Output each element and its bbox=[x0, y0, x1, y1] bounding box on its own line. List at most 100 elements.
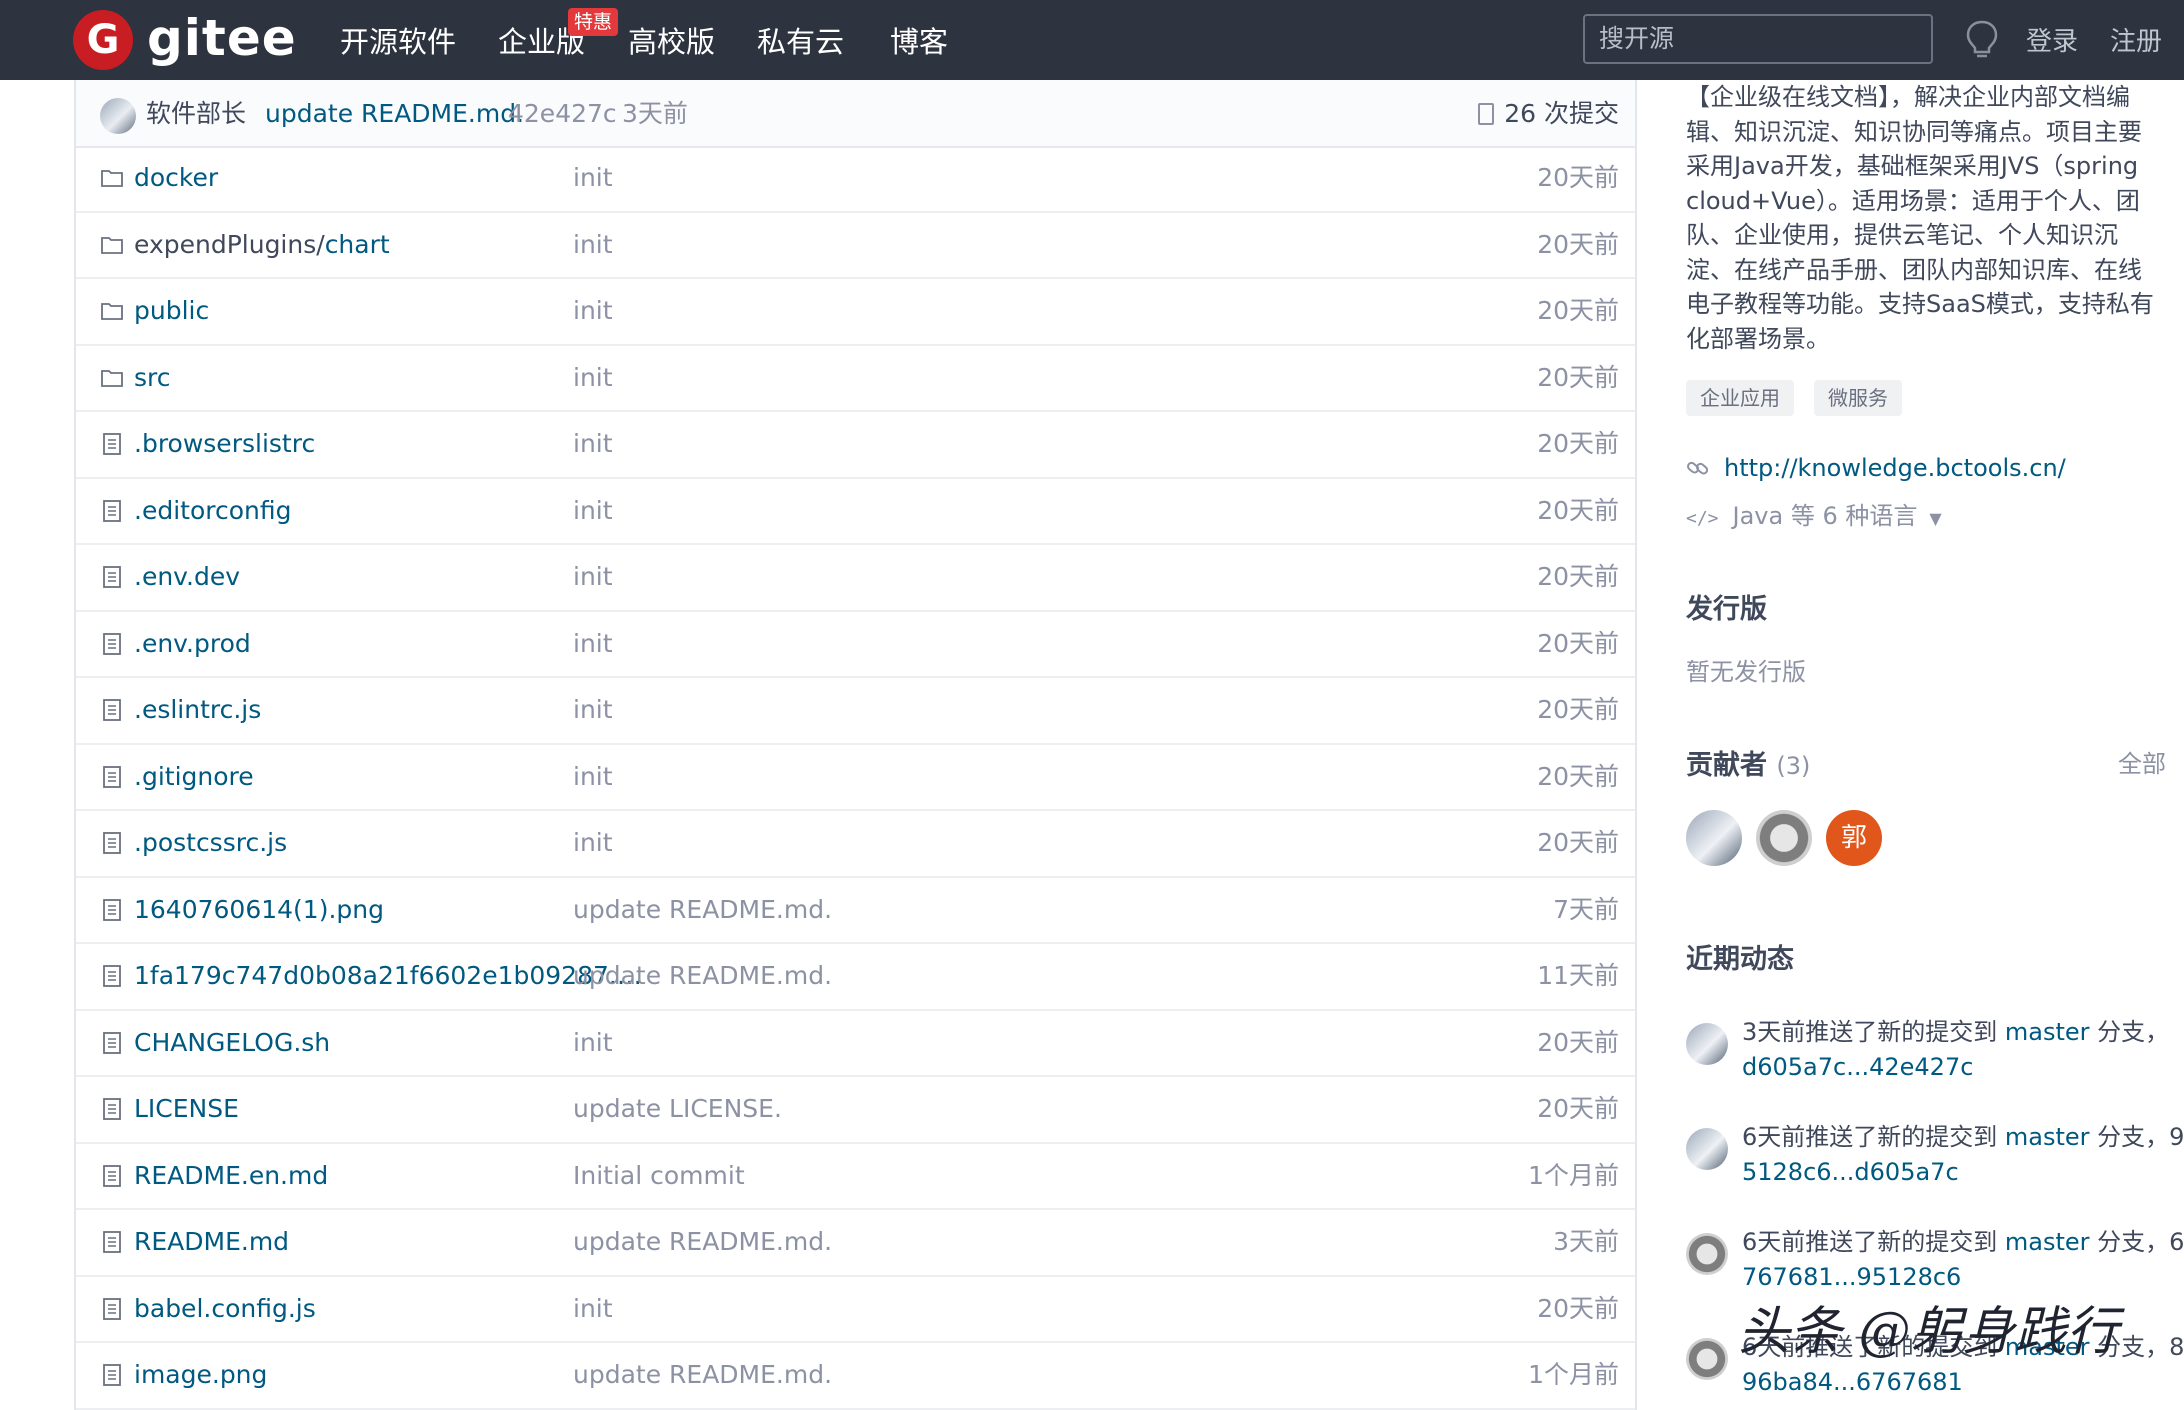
file-name-link[interactable]: docker bbox=[134, 158, 644, 198]
homepage-link[interactable]: http://knowledge.bctools.cn/ bbox=[1724, 454, 2066, 482]
file-name[interactable]: .env.prod bbox=[134, 629, 251, 658]
file-name-link[interactable]: .editorconfig bbox=[134, 491, 644, 531]
file-commit-message[interactable]: init bbox=[573, 291, 613, 331]
commit-range-link[interactable]: 767681...95128c6 bbox=[1742, 1260, 2182, 1295]
file-name-link[interactable]: .browserslistrc bbox=[134, 424, 644, 464]
file-name-link[interactable]: CHANGELOG.sh bbox=[134, 1023, 644, 1063]
file-name[interactable]: README.md bbox=[134, 1227, 289, 1256]
file-commit-message[interactable]: init bbox=[573, 690, 613, 730]
file-row[interactable]: README.en.md Initial commit 1个月前 bbox=[76, 1144, 1635, 1210]
commit-message-link[interactable]: update README.md. bbox=[265, 94, 524, 134]
file-row[interactable]: LICENSE update LICENSE. 20天前 bbox=[76, 1077, 1635, 1144]
file-name-link[interactable]: README.md bbox=[134, 1222, 644, 1262]
gitee-logo-icon[interactable]: G bbox=[73, 10, 133, 70]
tag-microservice[interactable]: 微服务 bbox=[1814, 380, 1902, 416]
commit-range-link[interactable]: 5128c6...d605a7c bbox=[1742, 1155, 2182, 1190]
file-commit-message[interactable]: init bbox=[573, 1289, 613, 1329]
file-commit-message[interactable]: init bbox=[573, 557, 613, 597]
nav-education[interactable]: 高校版 bbox=[628, 20, 715, 64]
commit-count-link[interactable]: 26 次提交 bbox=[1478, 94, 1619, 134]
activity-avatar[interactable] bbox=[1686, 1023, 1728, 1065]
author-avatar[interactable] bbox=[100, 98, 136, 134]
contributor-avatar[interactable] bbox=[1686, 810, 1742, 866]
file-commit-message[interactable]: init bbox=[573, 358, 613, 398]
file-name-link[interactable]: src bbox=[134, 358, 644, 398]
file-commit-message[interactable]: update README.md. bbox=[573, 1355, 832, 1395]
file-row[interactable]: .postcssrc.js init 20天前 bbox=[76, 811, 1635, 878]
languages-row[interactable]: </> Java 等 6 种语言 ▼ bbox=[1686, 498, 1942, 537]
file-row[interactable]: expendPlugins/chart init 20天前 bbox=[76, 213, 1635, 279]
activity-avatar[interactable] bbox=[1686, 1233, 1728, 1275]
file-row[interactable]: .browserslistrc init 20天前 bbox=[76, 412, 1635, 479]
branch-link[interactable]: master bbox=[2005, 1123, 2090, 1151]
file-name[interactable]: .env.dev bbox=[134, 562, 240, 591]
commit-hash[interactable]: 42e427c bbox=[508, 94, 617, 134]
file-name-link[interactable]: .gitignore bbox=[134, 757, 644, 797]
login-link[interactable]: 登录 bbox=[2026, 22, 2078, 62]
file-name[interactable]: .gitignore bbox=[134, 762, 254, 791]
file-row[interactable]: .editorconfig init 20天前 bbox=[76, 479, 1635, 545]
file-name[interactable]: babel.config.js bbox=[134, 1294, 316, 1323]
file-commit-message[interactable]: init bbox=[573, 424, 613, 464]
nav-private-cloud[interactable]: 私有云 bbox=[757, 20, 844, 64]
branch-link[interactable]: master bbox=[2005, 1228, 2090, 1256]
branch-link[interactable]: master bbox=[2005, 1018, 2090, 1046]
file-name[interactable]: image.png bbox=[134, 1360, 267, 1389]
file-name[interactable]: .browserslistrc bbox=[134, 429, 315, 458]
file-row[interactable]: image.png update README.md. 1个月前 bbox=[76, 1343, 1635, 1410]
commit-range-link[interactable]: 96ba84...6767681 bbox=[1742, 1365, 2182, 1400]
file-row[interactable]: docker init 20天前 bbox=[76, 146, 1635, 213]
activity-avatar[interactable] bbox=[1686, 1128, 1728, 1170]
file-name[interactable]: public bbox=[134, 296, 209, 325]
languages-label[interactable]: Java 等 6 种语言 bbox=[1733, 502, 1918, 530]
file-name-link[interactable]: .env.prod bbox=[134, 624, 644, 664]
file-row[interactable]: .env.dev init 20天前 bbox=[76, 545, 1635, 612]
file-name[interactable]: LICENSE bbox=[134, 1094, 239, 1123]
file-name-link[interactable]: 1640760614(1).png bbox=[134, 890, 644, 930]
file-name[interactable]: chart bbox=[325, 230, 390, 259]
file-name[interactable]: 1fa179c747d0b08a21f6602e1b09287.p... bbox=[134, 961, 644, 990]
file-name-link[interactable]: public bbox=[134, 291, 644, 331]
file-name-link[interactable]: README.en.md bbox=[134, 1156, 644, 1196]
file-name[interactable]: 1640760614(1).png bbox=[134, 895, 384, 924]
file-row[interactable]: .env.prod init 20天前 bbox=[76, 612, 1635, 678]
file-commit-message[interactable]: init bbox=[573, 823, 613, 863]
file-row[interactable]: 1640760614(1).png update README.md. 7天前 bbox=[76, 878, 1635, 944]
file-name[interactable]: CHANGELOG.sh bbox=[134, 1028, 330, 1057]
contributors-all-link[interactable]: 全部 bbox=[2118, 746, 2166, 782]
search-input[interactable]: 搜开源 bbox=[1583, 14, 1933, 64]
file-row[interactable]: public init 20天前 bbox=[76, 279, 1635, 346]
commit-range-link[interactable]: d605a7c...42e427c bbox=[1742, 1050, 2182, 1085]
file-name[interactable]: src bbox=[134, 363, 171, 392]
file-row[interactable]: src init 20天前 bbox=[76, 346, 1635, 412]
file-commit-message[interactable]: init bbox=[573, 1023, 613, 1063]
commit-author[interactable]: 软件部长 bbox=[146, 94, 246, 134]
file-commit-message[interactable]: update LICENSE. bbox=[573, 1089, 782, 1129]
activity-avatar[interactable] bbox=[1686, 1338, 1728, 1380]
file-row[interactable]: CHANGELOG.sh init 20天前 bbox=[76, 1011, 1635, 1077]
file-commit-message[interactable]: init bbox=[573, 757, 613, 797]
gitee-logo-text[interactable]: gitee bbox=[147, 6, 297, 70]
file-row[interactable]: README.md update README.md. 3天前 bbox=[76, 1210, 1635, 1277]
file-name-link[interactable]: expendPlugins/chart bbox=[134, 225, 644, 265]
file-commit-message[interactable]: init bbox=[573, 158, 613, 198]
file-commit-message[interactable]: init bbox=[573, 624, 613, 664]
register-link[interactable]: 注册 bbox=[2110, 22, 2162, 62]
lightbulb-icon[interactable] bbox=[1962, 18, 2002, 62]
file-row[interactable]: .eslintrc.js init 20天前 bbox=[76, 678, 1635, 745]
file-row[interactable]: .gitignore init 20天前 bbox=[76, 745, 1635, 811]
nav-blog[interactable]: 博客 bbox=[890, 20, 948, 64]
file-name-link[interactable]: .eslintrc.js bbox=[134, 690, 644, 730]
file-commit-message[interactable]: update README.md. bbox=[573, 956, 832, 996]
file-name-link[interactable]: .postcssrc.js bbox=[134, 823, 644, 863]
file-name-link[interactable]: .env.dev bbox=[134, 557, 644, 597]
contributor-avatar[interactable]: 郭 bbox=[1826, 810, 1882, 866]
file-row[interactable]: babel.config.js init 20天前 bbox=[76, 1277, 1635, 1343]
file-row[interactable]: 1fa179c747d0b08a21f6602e1b09287.p... upda… bbox=[76, 944, 1635, 1011]
file-name-prefix[interactable]: expendPlugins/ bbox=[134, 230, 325, 259]
contributor-avatar[interactable] bbox=[1756, 810, 1812, 866]
file-commit-message[interactable]: init bbox=[573, 225, 613, 265]
file-name-link[interactable]: image.png bbox=[134, 1355, 644, 1395]
tag-enterprise-app[interactable]: 企业应用 bbox=[1686, 380, 1794, 416]
file-name[interactable]: README.en.md bbox=[134, 1161, 328, 1190]
